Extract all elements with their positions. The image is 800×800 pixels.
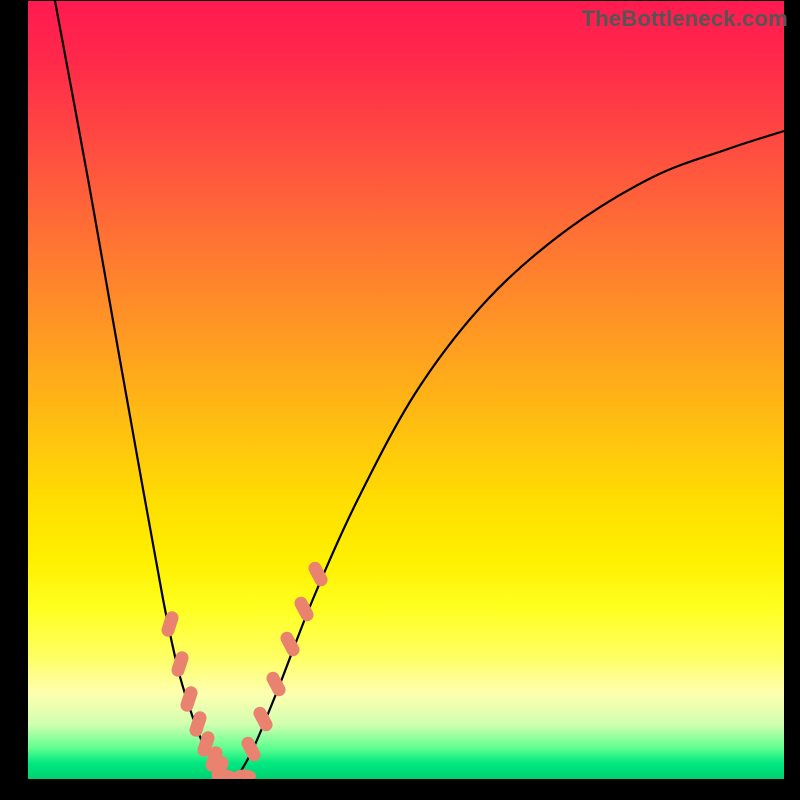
data-markers — [160, 559, 330, 779]
curve-right — [236, 131, 784, 779]
data-marker — [232, 770, 256, 780]
data-marker — [239, 734, 263, 763]
plot-area — [28, 1, 784, 779]
watermark-text: TheBottleneck.com — [582, 6, 788, 32]
data-marker — [306, 559, 330, 588]
data-marker — [251, 704, 275, 733]
curve-left — [55, 1, 236, 779]
chart-frame: TheBottleneck.com — [0, 0, 800, 800]
data-marker — [170, 650, 190, 679]
chart-svg — [28, 1, 784, 779]
data-marker — [179, 685, 199, 714]
data-marker — [160, 610, 180, 639]
